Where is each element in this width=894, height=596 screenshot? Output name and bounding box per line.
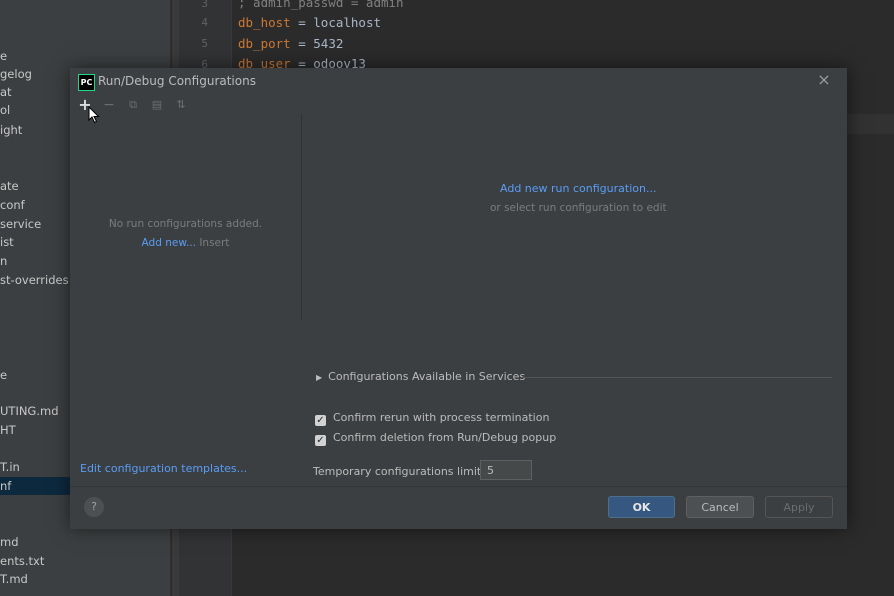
project-tree-item[interactable]: st-overrides — [0, 271, 69, 289]
add-new-shortcut: Insert — [199, 237, 230, 249]
project-tree-item[interactable]: e — [0, 366, 7, 384]
separator — [522, 377, 832, 378]
run-debug-configurations-dialog: PC Run/Debug Configurations × + − ⧉ ▤ ⇅ … — [70, 68, 847, 529]
add-new-row: Add new... Insert — [70, 237, 301, 249]
project-tree-item[interactable]: ents.txt — [0, 552, 44, 570]
project-tree-item[interactable]: conf — [0, 196, 25, 214]
dialog-button-bar: ? OK Cancel Apply — [70, 486, 847, 529]
ok-button[interactable]: OK — [608, 496, 675, 518]
copy-configuration-button[interactable]: ⧉ — [124, 96, 142, 114]
project-tree-item[interactable]: ol — [0, 101, 10, 119]
code-key: db_host — [238, 15, 291, 30]
confirm-rerun-checkbox[interactable]: ✓ Confirm rerun with process termination — [315, 411, 549, 426]
project-tree-item[interactable]: T.md — [0, 570, 28, 588]
project-tree-item[interactable]: ate — [0, 177, 19, 195]
services-section-label: Configurations Available in Services — [328, 370, 526, 383]
code-line-comment: ; admin_passwd = admin — [238, 0, 404, 10]
confirm-deletion-label: Confirm deletion from Run/Debug popup — [333, 431, 557, 444]
line-number: 3 — [201, 0, 208, 10]
project-tree-item[interactable]: n — [0, 252, 7, 270]
code-key: db_port — [238, 36, 291, 51]
configurations-list-panel[interactable]: No run configurations added. Add new... … — [70, 114, 302, 320]
project-tree-item[interactable]: HT — [0, 421, 16, 439]
move-to-folder-button[interactable]: ▤ — [148, 96, 166, 114]
mouse-pointer-icon — [88, 106, 100, 124]
code-line[interactable]: db_host = localhost — [238, 15, 381, 30]
project-tree-item[interactable]: ist — [0, 233, 14, 251]
cancel-button[interactable]: Cancel — [686, 496, 754, 518]
help-button[interactable]: ? — [84, 497, 104, 517]
code-line[interactable]: db_port = 5432 — [238, 36, 343, 51]
checkmark-icon: ✓ — [315, 415, 326, 426]
sort-configurations-button[interactable]: ⇅ — [172, 96, 190, 114]
add-new-run-configuration-link[interactable]: Add new run configuration... — [500, 182, 656, 195]
pycharm-logo-icon: PC — [78, 74, 95, 91]
project-tree-item[interactable]: gelog — [0, 65, 32, 83]
temp-limit-input[interactable]: 5 — [480, 460, 532, 480]
project-tree-item[interactable]: T.in — [0, 458, 20, 476]
temp-limit-label: Temporary configurations limit: — [313, 465, 485, 478]
empty-configs-message: No run configurations added. — [108, 218, 263, 230]
project-tree-item[interactable]: ight — [0, 121, 22, 139]
confirm-rerun-label: Confirm rerun with process termination — [333, 411, 550, 424]
services-section-toggle[interactable]: ▶ Configurations Available in Services — [316, 370, 525, 383]
dialog-title: Run/Debug Configurations — [98, 74, 256, 88]
confirm-deletion-checkbox[interactable]: ✓ Confirm deletion from Run/Debug popup — [315, 431, 556, 446]
checkmark-icon: ✓ — [315, 435, 326, 446]
line-number: 5 — [201, 37, 208, 50]
close-icon[interactable]: × — [815, 71, 833, 89]
add-new-link[interactable]: Add new... — [142, 237, 196, 249]
project-tree-item[interactable]: UTING.md — [0, 402, 59, 420]
project-tree-item[interactable]: at — [0, 83, 12, 101]
project-tree-item[interactable]: service — [0, 215, 41, 233]
line-number: 4 — [201, 16, 208, 29]
edit-configuration-templates-link[interactable]: Edit configuration templates... — [80, 462, 247, 475]
project-tree-item[interactable]: e — [0, 47, 7, 65]
project-tree-item[interactable]: md — [0, 533, 19, 551]
code-value: = 5432 — [290, 36, 344, 51]
chevron-right-icon: ▶ — [316, 373, 323, 382]
remove-configuration-button[interactable]: − — [100, 96, 118, 114]
apply-button[interactable]: Apply — [765, 496, 833, 518]
select-configuration-hint: or select run configuration to edit — [490, 202, 667, 214]
code-value: = localhost — [290, 15, 381, 30]
